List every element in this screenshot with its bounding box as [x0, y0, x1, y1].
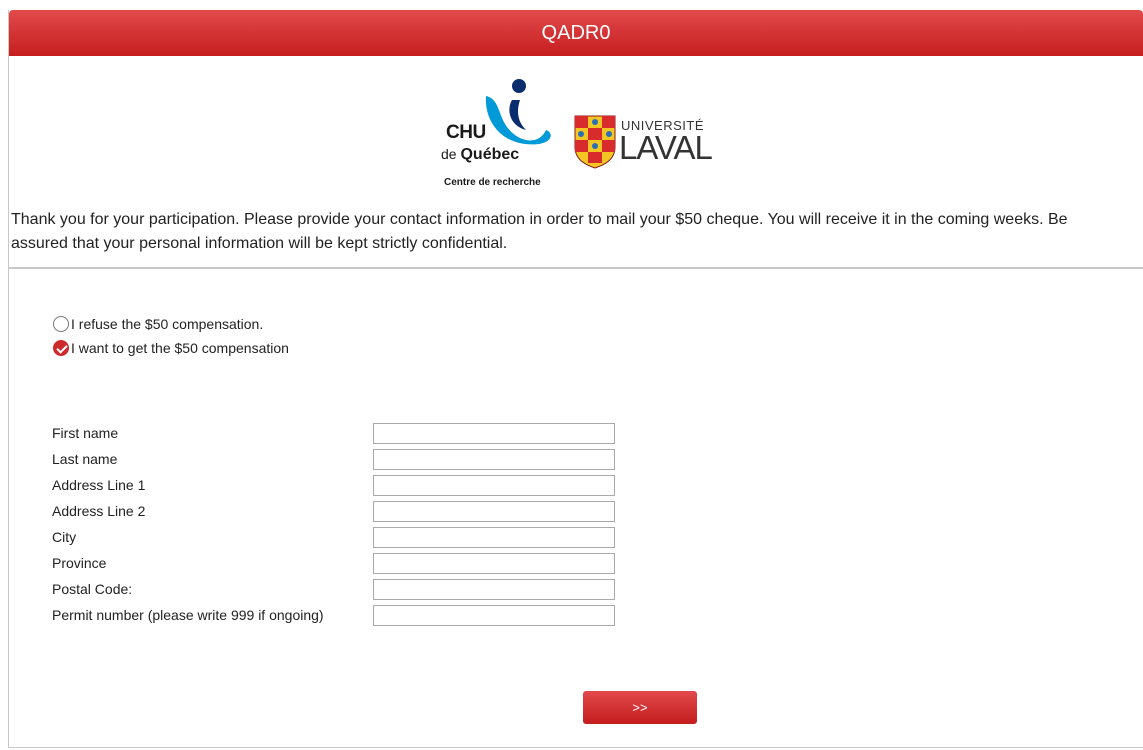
- last-name-label: Last name: [52, 451, 118, 467]
- address-line-2-input[interactable]: [373, 500, 615, 522]
- accept-compensation-label: I want to get the $50 compensation: [71, 340, 289, 356]
- province-input[interactable]: [373, 552, 615, 574]
- survey-header: QADR0: [9, 10, 1143, 56]
- survey-frame: QADR0 CHU de Québec Centre de recherche: [8, 10, 1143, 748]
- survey-title: QADR0: [541, 22, 611, 44]
- intro-text: Thank you for your participation. Please…: [11, 211, 1068, 252]
- universite-laval-logo: UNIVERSITÉ LAVAL: [574, 115, 744, 175]
- divider: [9, 267, 1143, 269]
- chu-text: CHU: [446, 122, 486, 143]
- city-label: City: [52, 529, 77, 545]
- postal-code-input[interactable]: [373, 578, 615, 600]
- centre-de-recherche-text: Centre de recherche: [444, 177, 541, 188]
- logo-bar: CHU de Québec Centre de recherche UNIVER…: [9, 70, 1143, 190]
- laval-text: LAVAL: [619, 129, 713, 166]
- province-label: Province: [52, 555, 107, 571]
- accept-compensation-option[interactable]: I want to get the $50 compensation: [53, 336, 289, 360]
- form-row-province: Province: [52, 550, 615, 576]
- form-row-city: City: [52, 524, 615, 550]
- first-name-input[interactable]: [373, 422, 615, 444]
- refuse-compensation-label: I refuse the $50 compensation.: [71, 316, 264, 332]
- address-line-1-input[interactable]: [373, 474, 615, 496]
- laval-shield-icon: [574, 115, 616, 169]
- chu-quebec-logo: CHU de Québec Centre de recherche: [434, 78, 554, 190]
- postal-code-label: Postal Code:: [52, 581, 133, 597]
- permit-number-label: Permit number (please write 999 if ongoi…: [52, 607, 324, 623]
- form-row-address-line-2: Address Line 2: [52, 498, 615, 524]
- first-name-label: First name: [52, 425, 119, 441]
- form-row-address-line-1: Address Line 1: [52, 472, 615, 498]
- form-row-postal-code: Postal Code:: [52, 576, 615, 602]
- radio-unchecked-icon[interactable]: [53, 316, 69, 332]
- form-row-first-name: First name: [52, 420, 615, 446]
- next-button[interactable]: >>: [583, 691, 697, 724]
- contact-form: First name Last name Address Line 1 Addr…: [52, 420, 615, 628]
- form-row-permit-number: Permit number (please write 999 if ongoi…: [52, 602, 615, 628]
- address-line-1-label: Address Line 1: [52, 477, 146, 493]
- address-line-2-label: Address Line 2: [52, 503, 146, 519]
- permit-number-input[interactable]: [373, 604, 615, 626]
- radio-checked-icon[interactable]: [53, 340, 69, 356]
- de-quebec-text: de Québec: [441, 146, 520, 163]
- city-input[interactable]: [373, 526, 615, 548]
- last-name-input[interactable]: [373, 448, 615, 470]
- form-row-last-name: Last name: [52, 446, 615, 472]
- compensation-radio-group: I refuse the $50 compensation. I want to…: [53, 312, 289, 360]
- refuse-compensation-option[interactable]: I refuse the $50 compensation.: [53, 312, 289, 336]
